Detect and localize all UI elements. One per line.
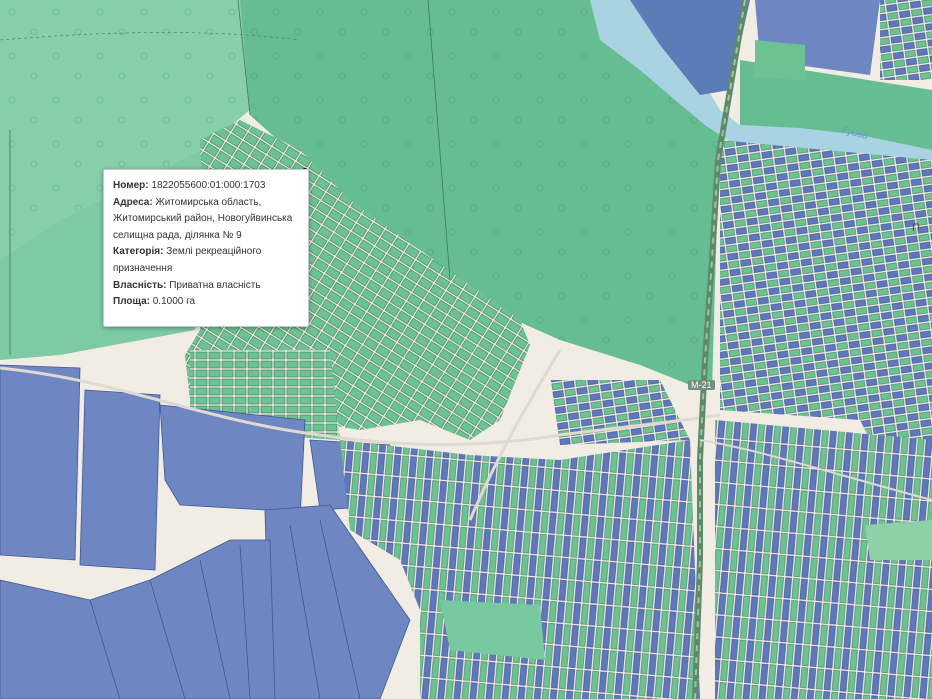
popup-ownership-value: Приватна власність <box>169 279 261 291</box>
popup-category-row: Категорія: Землі рекреаційного призначен… <box>113 244 300 277</box>
map-viewport[interactable]: Гуйва М-21 П Номер: 1822055600:01:000:17… <box>0 0 932 699</box>
cadastral-map[interactable] <box>0 0 932 699</box>
popup-number-row: Номер: 1822055600:01:000:1703 <box>113 178 300 195</box>
popup-number-value[interactable]: 1822055600:01:000:1703 <box>151 180 265 191</box>
green-parcel-top <box>755 40 805 80</box>
place-label-partial: П <box>912 222 920 234</box>
popup-number-label: Номер: <box>113 180 149 191</box>
road-shield-label: М-21 <box>688 380 715 390</box>
popup-address-row: Адреса: Житомирська область, Житомирськи… <box>113 195 300 245</box>
popup-ownership-label: Власність: <box>113 279 167 291</box>
parcel-grid-mixed-right <box>720 140 932 440</box>
popup-area-value: 0.1000 га <box>152 296 196 308</box>
field-blue-3 <box>159 404 306 521</box>
popup-category-label: Категорія: <box>113 246 164 258</box>
green-parcel-right <box>865 520 932 560</box>
field-blue-2 <box>79 389 161 571</box>
popup-address-label: Адреса: <box>113 196 153 208</box>
popup-ownership-row: Власність: Приватна власність <box>113 278 300 295</box>
parcel-info-popup: Номер: 1822055600:01:000:1703 Адреса: Жи… <box>103 169 309 327</box>
parcel-grid-top-right <box>880 0 932 80</box>
popup-area-row: Площа: 0.1000 га <box>113 294 300 311</box>
popup-area-label: Площа: <box>113 296 150 308</box>
field-blue-1 <box>0 364 81 561</box>
